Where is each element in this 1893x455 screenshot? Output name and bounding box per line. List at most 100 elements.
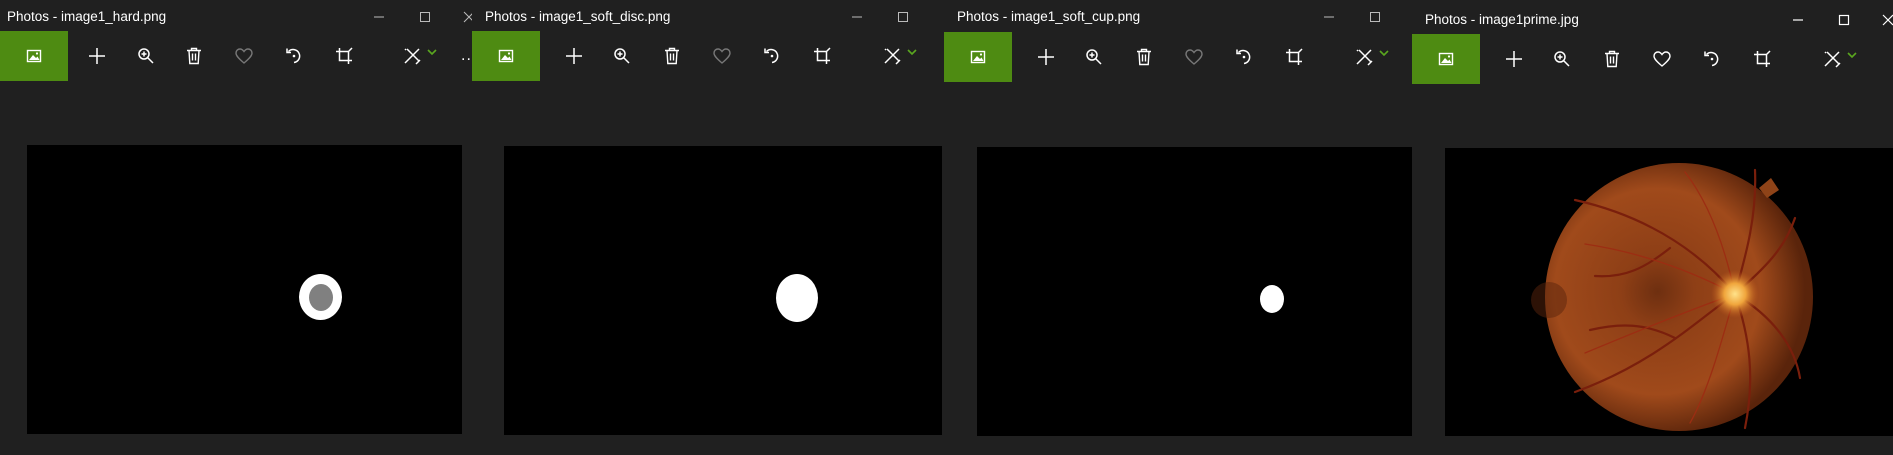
delete-button[interactable]: [652, 31, 692, 81]
photos-app-button[interactable]: [472, 31, 540, 81]
photos-window-image1-soft-disc: Photos - image1_soft_disc.png: [472, 0, 944, 455]
minimize-button[interactable]: [1306, 0, 1352, 34]
title-bar[interactable]: Photos - image1_soft_disc.png: [472, 0, 944, 34]
crop-icon: [1286, 48, 1303, 65]
delete-icon: [1605, 50, 1619, 68]
rotate-icon: [764, 48, 779, 64]
rotate-button[interactable]: [1224, 32, 1264, 82]
crop-icon: [1754, 50, 1771, 67]
photos-window-image1prime: Photos - image1prime.jpg: [1412, 0, 1893, 455]
delete-icon: [187, 47, 201, 65]
crop-icon: [814, 47, 831, 64]
edit-icon: [1356, 49, 1373, 66]
zoom-button[interactable]: [602, 31, 642, 81]
add-icon: [566, 48, 582, 64]
delete-button[interactable]: [1124, 32, 1164, 82]
edit-icon: [404, 48, 421, 65]
edit-create-button[interactable]: [874, 31, 926, 81]
delete-icon: [1137, 48, 1151, 66]
edit-icon: [884, 48, 901, 65]
maximize-button[interactable]: [1821, 3, 1867, 37]
add-to-button[interactable]: [554, 31, 594, 81]
add-icon: [89, 48, 105, 64]
optic-disc-mask: [776, 274, 818, 322]
add-icon: [1038, 49, 1054, 65]
favorite-button[interactable]: [224, 31, 264, 81]
delete-button[interactable]: [174, 31, 214, 81]
chevron-down-icon: [1847, 52, 1857, 59]
photos-app-button[interactable]: [0, 31, 68, 81]
rotate-icon: [1236, 49, 1251, 65]
toolbar: [472, 31, 944, 81]
image-viewer[interactable]: [1445, 148, 1893, 436]
chevron-down-icon: [427, 49, 437, 56]
photos-app-button[interactable]: [944, 32, 1012, 82]
maximize-button[interactable]: [1352, 0, 1398, 34]
crop-button[interactable]: [1742, 34, 1782, 84]
toolbar: ...: [0, 31, 472, 81]
window-title: Photos - image1_hard.png: [7, 9, 167, 24]
favorite-button[interactable]: [1174, 32, 1214, 82]
photo-icon: [970, 50, 986, 64]
optic-cup-mask: [309, 284, 333, 311]
add-to-button[interactable]: [77, 31, 117, 81]
rotate-button[interactable]: [752, 31, 792, 81]
photo-icon: [498, 49, 514, 63]
more-icon: ...: [461, 47, 472, 64]
image-viewer[interactable]: [504, 146, 942, 435]
chevron-down-icon: [1379, 50, 1389, 57]
zoom-button[interactable]: [1074, 32, 1114, 82]
zoom-icon: [614, 48, 630, 64]
window-title: Photos - image1_soft_cup.png: [957, 9, 1141, 24]
rotate-icon: [286, 48, 301, 64]
crop-button[interactable]: [324, 31, 364, 81]
rotate-button[interactable]: [1692, 34, 1732, 84]
zoom-icon: [138, 48, 154, 64]
title-bar[interactable]: Photos - image1_soft_cup.png: [944, 0, 1412, 34]
crop-button[interactable]: [802, 31, 842, 81]
zoom-button[interactable]: [1542, 34, 1582, 84]
optic-cup-mask: [1260, 285, 1284, 313]
add-to-button[interactable]: [1026, 32, 1066, 82]
maximize-button[interactable]: [402, 0, 448, 34]
zoom-icon: [1554, 51, 1570, 67]
crop-button[interactable]: [1274, 32, 1314, 82]
photos-app-button[interactable]: [1412, 34, 1480, 84]
zoom-icon: [1086, 49, 1102, 65]
photos-window-image1-hard: Photos - image1_hard.png ...: [0, 0, 472, 455]
photo-icon: [26, 49, 42, 63]
minimize-button[interactable]: [1775, 3, 1821, 37]
edit-icon: [1824, 51, 1841, 68]
rotate-icon: [1704, 51, 1719, 67]
see-more-button[interactable]: ...: [461, 31, 472, 81]
photo-icon: [1438, 52, 1454, 66]
image-viewer[interactable]: [27, 145, 462, 434]
delete-icon: [665, 47, 679, 65]
image-viewer[interactable]: [977, 147, 1412, 436]
minimize-button[interactable]: [834, 0, 880, 34]
add-icon: [1506, 51, 1522, 67]
toolbar: [1412, 34, 1893, 84]
chevron-down-icon: [907, 49, 917, 56]
fundus-photograph: [1531, 163, 1813, 431]
rotate-button[interactable]: [274, 31, 314, 81]
minimize-button[interactable]: [356, 0, 402, 34]
close-button[interactable]: [446, 0, 472, 34]
favorite-button[interactable]: [702, 31, 742, 81]
favorite-icon: [235, 48, 253, 64]
delete-button[interactable]: [1592, 34, 1632, 84]
add-to-button[interactable]: [1494, 34, 1534, 84]
close-button[interactable]: [1865, 3, 1893, 37]
maximize-button[interactable]: [880, 0, 926, 34]
zoom-button[interactable]: [126, 31, 166, 81]
edit-create-button[interactable]: [1814, 34, 1866, 84]
favorite-button[interactable]: [1642, 34, 1682, 84]
favorite-icon: [713, 48, 731, 64]
edit-create-button[interactable]: [394, 31, 446, 81]
title-bar[interactable]: Photos - image1prime.jpg: [1412, 0, 1893, 34]
crop-icon: [336, 47, 353, 64]
edit-create-button[interactable]: [1346, 32, 1398, 82]
title-bar[interactable]: Photos - image1_hard.png: [0, 0, 472, 34]
photos-window-image1-soft-cup: Photos - image1_soft_cup.png: [944, 0, 1412, 455]
favorite-icon: [1653, 51, 1671, 67]
